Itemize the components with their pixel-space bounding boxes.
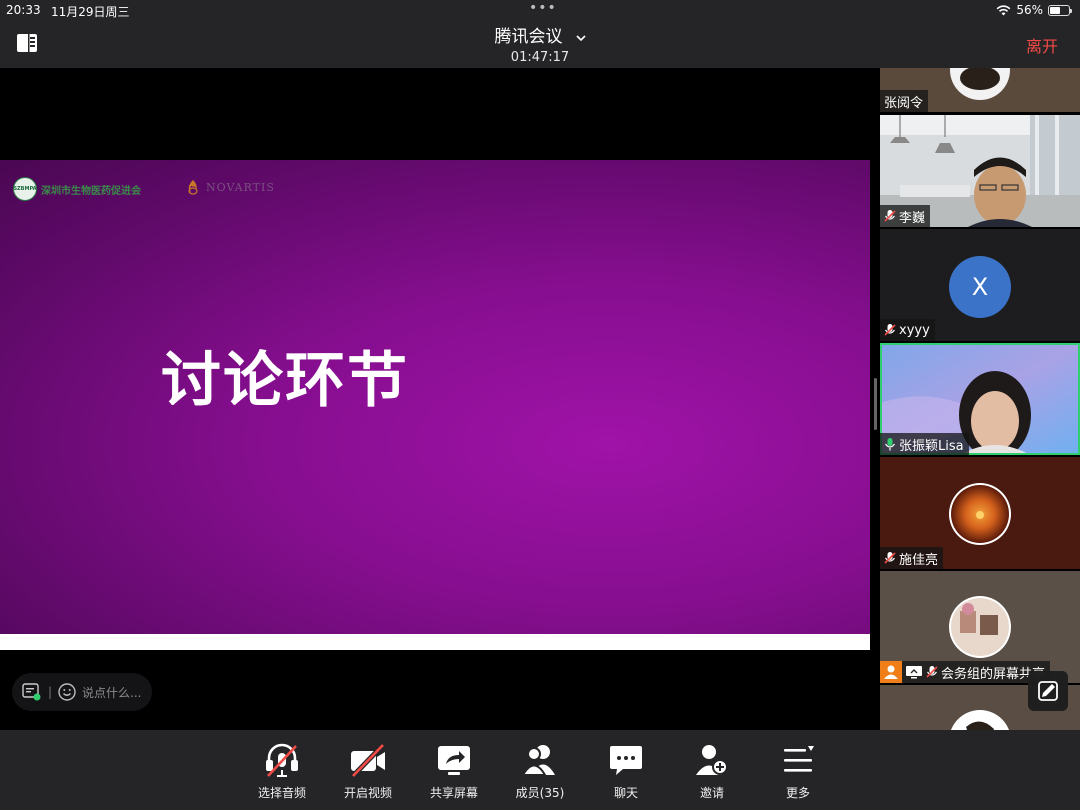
wifi-icon bbox=[996, 4, 1011, 15]
mic-muted-icon bbox=[884, 210, 896, 222]
slide-title-text: 讨论环节 bbox=[161, 346, 409, 416]
mic-muted-icon bbox=[884, 324, 896, 336]
chat-placeholder[interactable]: 说点什么... bbox=[82, 684, 141, 701]
start-video-button[interactable]: 开启视频 bbox=[333, 742, 403, 801]
participant-label: 李巍 bbox=[880, 205, 931, 227]
leave-button[interactable]: 离开 bbox=[1026, 33, 1058, 57]
org-logo-emblem: SZBMPA bbox=[13, 177, 37, 201]
gallery-resize-handle[interactable] bbox=[874, 378, 877, 430]
sponsor-logo-text: NOVARTIS bbox=[206, 180, 275, 194]
avatar: X bbox=[949, 256, 1011, 318]
camera-off-icon bbox=[351, 743, 385, 778]
more-menu-icon bbox=[784, 746, 814, 772]
status-time: 20:33 bbox=[6, 3, 41, 17]
meeting-toolbar: 选择音频 开启视频 共享屏幕 成员(35) 聊天 邀请 更多 bbox=[0, 730, 1080, 810]
meeting-title-area[interactable]: 腾讯会议 01:47:17 bbox=[0, 22, 1080, 65]
participant-tile[interactable]: 会务组的屏幕共享 bbox=[880, 571, 1080, 683]
novartis-flame-icon bbox=[188, 180, 198, 195]
more-label: 更多 bbox=[785, 786, 810, 800]
participant-tile[interactable]: 施佳亮 bbox=[880, 457, 1080, 569]
participant-name: 张振颖Lisa bbox=[899, 438, 964, 454]
participant-label: 会务组的屏幕共享 bbox=[880, 661, 1051, 683]
multitasking-dots-icon[interactable]: ••• bbox=[529, 0, 557, 16]
members-label: 成员(35) bbox=[515, 786, 565, 800]
annotate-pen-icon[interactable] bbox=[1028, 671, 1068, 711]
mic-muted-icon bbox=[926, 666, 938, 678]
participant-label: 张振颖Lisa bbox=[880, 433, 969, 455]
participant-name: 李巍 bbox=[899, 210, 926, 226]
headset-muted-icon bbox=[266, 743, 298, 777]
share-screen-button[interactable]: 共享屏幕 bbox=[419, 742, 489, 801]
chat-separator: | bbox=[48, 685, 53, 699]
chat-label: 聊天 bbox=[613, 786, 638, 800]
participant-name: xyyy bbox=[899, 322, 930, 338]
participant-name: 张阅令 bbox=[884, 95, 924, 111]
status-date: 11月29日周三 bbox=[51, 5, 130, 19]
start-video-label: 开启视频 bbox=[343, 786, 392, 800]
battery-percent: 56% bbox=[1016, 3, 1043, 17]
participant-gallery[interactable]: 张阅令 李巍 X xyyy 张振颖Lisa 施佳亮 会务组的屏幕共享 bbox=[880, 68, 1080, 730]
slide-bottom-band bbox=[0, 634, 870, 650]
mic-active-icon bbox=[885, 438, 895, 451]
org-logo-text: 深圳市生物医药促进会 bbox=[41, 185, 141, 197]
share-screen-label: 共享屏幕 bbox=[429, 786, 478, 800]
share-screen-icon bbox=[438, 746, 470, 775]
meeting-timer: 01:47:17 bbox=[510, 50, 570, 65]
sponsor-logo: NOVARTIS bbox=[186, 179, 275, 195]
presentation-slide: SZBMPA 深圳市生物医药促进会 NOVARTIS 讨论环节 bbox=[0, 160, 870, 634]
invite-label: 邀请 bbox=[699, 786, 724, 800]
emoji-icon[interactable] bbox=[58, 683, 76, 701]
chevron-down-icon[interactable] bbox=[575, 34, 586, 41]
participant-label: xyyy bbox=[880, 319, 935, 341]
chat-icon bbox=[610, 746, 642, 775]
shared-screen-stage: SZBMPA 深圳市生物医药促进会 NOVARTIS 讨论环节 | 说点什么..… bbox=[0, 68, 870, 730]
invite-user-icon bbox=[696, 745, 728, 775]
org-logo: SZBMPA 深圳市生物医药促进会 bbox=[13, 177, 141, 201]
members-button[interactable]: 成员(35) bbox=[505, 742, 575, 801]
participant-tile[interactable]: X xyyy bbox=[880, 229, 1080, 341]
danmaku-toggle-icon[interactable] bbox=[22, 683, 42, 701]
select-audio-label: 选择音频 bbox=[257, 786, 306, 800]
status-indicators: 56% bbox=[996, 3, 1072, 17]
quick-chat-input[interactable]: | 说点什么... bbox=[12, 673, 152, 711]
battery-fill bbox=[1050, 6, 1061, 14]
participant-tile-active-speaker[interactable]: 张振颖Lisa bbox=[880, 343, 1080, 455]
battery-icon bbox=[1048, 4, 1072, 16]
select-audio-button[interactable]: 选择音频 bbox=[247, 742, 317, 801]
participant-label: 张阅令 bbox=[880, 90, 929, 112]
meeting-header: 腾讯会议 01:47:17 离开 bbox=[0, 20, 1080, 68]
chat-button[interactable]: 聊天 bbox=[591, 742, 661, 801]
status-bar: 20:33 11月29日周三 ••• 56% bbox=[0, 0, 1080, 20]
more-button[interactable]: 更多 bbox=[763, 742, 833, 801]
participant-tile[interactable]: 李巍 bbox=[880, 115, 1080, 227]
participant-label: 施佳亮 bbox=[880, 547, 944, 569]
participant-name: 施佳亮 bbox=[899, 552, 939, 568]
slide-title: 讨论环节 bbox=[0, 332, 870, 419]
host-icon bbox=[880, 661, 902, 683]
screen-share-icon bbox=[906, 666, 922, 679]
invite-button[interactable]: 邀请 bbox=[677, 742, 747, 801]
participant-tile[interactable]: 张阅令 bbox=[880, 68, 1080, 112]
mic-muted-icon bbox=[884, 552, 896, 564]
meeting-title[interactable]: 腾讯会议 bbox=[494, 27, 562, 47]
members-icon bbox=[521, 745, 555, 776]
